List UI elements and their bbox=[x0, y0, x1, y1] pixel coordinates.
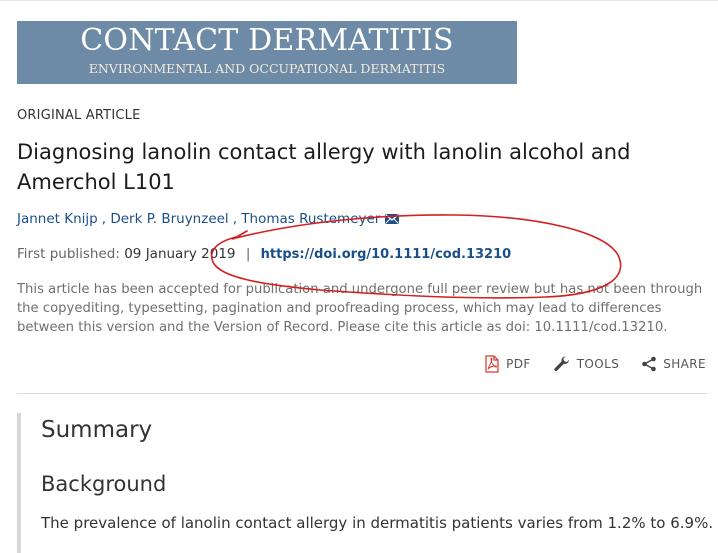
publication-info: First published: 09 January 2019 | https… bbox=[17, 246, 511, 262]
article-title: Diagnosing lanolin contact allergy with … bbox=[17, 140, 631, 194]
pdf-icon bbox=[485, 355, 499, 373]
article-toolbar: PDF TOOLS SHARE bbox=[484, 355, 706, 373]
tools-label: TOOLS bbox=[576, 357, 620, 371]
share-button[interactable]: SHARE bbox=[641, 355, 706, 373]
share-icon bbox=[642, 356, 657, 372]
accepted-notice: This article has been accepted for publi… bbox=[17, 282, 703, 335]
email-icon[interactable] bbox=[385, 214, 400, 224]
pdf-label: PDF bbox=[506, 357, 531, 371]
published-date: 09 January 2019 bbox=[124, 246, 236, 262]
journal-subtitle: ENVIRONMENTAL AND OCCUPATIONAL DERMATITI… bbox=[88, 61, 446, 76]
abstract-section: Summary Background The prevalence of lan… bbox=[17, 413, 718, 553]
author-link[interactable]: Jannet Knijp bbox=[17, 211, 98, 227]
top-border bbox=[0, 0, 718, 1]
author-link[interactable]: Thomas Rustemeyer bbox=[241, 211, 380, 227]
tools-button[interactable]: TOOLS bbox=[553, 355, 620, 373]
journal-banner[interactable]: CONTACT DERMATITIS ENVIRONMENTAL AND OCC… bbox=[17, 21, 517, 84]
share-label: SHARE bbox=[663, 357, 706, 371]
author-list: Jannet Knijp, Derk P. Bruynzeel, Thomas … bbox=[17, 211, 400, 227]
wrench-icon bbox=[554, 356, 569, 372]
separator: | bbox=[245, 246, 251, 262]
abstract-text: The prevalence of lanolin contact allerg… bbox=[41, 514, 714, 532]
section-divider bbox=[17, 393, 707, 394]
published-label: First published: bbox=[17, 246, 120, 262]
pdf-button[interactable]: PDF bbox=[484, 355, 531, 373]
doi-link[interactable]: https://doi.org/10.1111/cod.13210 bbox=[261, 247, 512, 262]
summary-heading: Summary bbox=[41, 417, 153, 443]
author-link[interactable]: Derk P. Bruynzeel bbox=[110, 211, 228, 227]
article-type-label: ORIGINAL ARTICLE bbox=[17, 108, 141, 123]
background-heading: Background bbox=[41, 472, 167, 496]
journal-name: CONTACT DERMATITIS bbox=[80, 23, 454, 58]
